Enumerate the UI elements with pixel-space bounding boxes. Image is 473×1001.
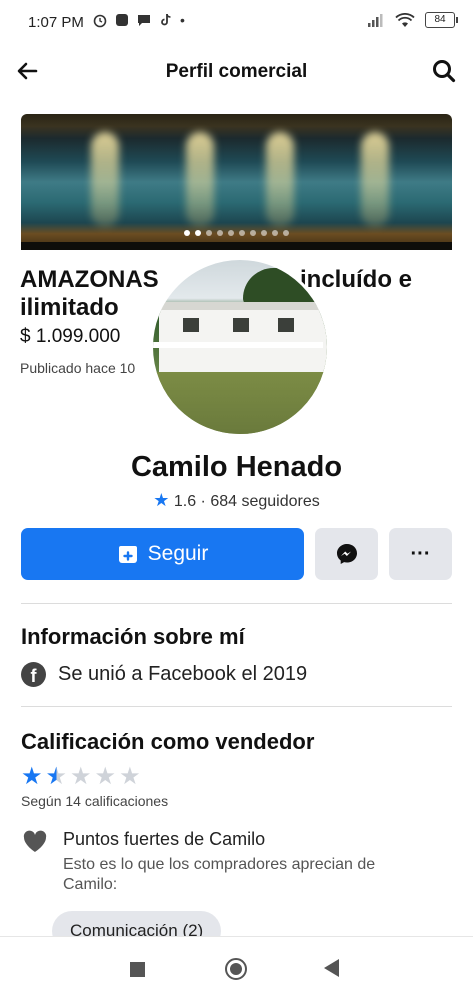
profile-name: Camilo Henado xyxy=(130,451,343,483)
star-icon: ★ xyxy=(153,490,170,510)
listing-price: $ 1.099.000 xyxy=(20,326,121,347)
strong-points-title: Puntos fuertes de Camilo xyxy=(63,829,266,849)
carousel-dot xyxy=(239,230,245,236)
cover-image-carousel[interactable] xyxy=(21,114,452,250)
carousel-dot xyxy=(261,230,267,236)
light-reflection xyxy=(266,132,294,227)
listing-title-part1: AMAZONAS xyxy=(20,266,159,293)
avatar-railing xyxy=(153,342,323,348)
avatar-trees xyxy=(243,268,323,306)
profile-followers: · 684 seguidores xyxy=(200,493,320,510)
more-icon: ··· xyxy=(410,542,431,565)
recents-icon[interactable] xyxy=(130,962,145,977)
system-nav-bar xyxy=(0,936,473,1001)
carousel-dot xyxy=(217,230,223,236)
carousel-dot xyxy=(206,230,212,236)
star-empty-icon: ★ xyxy=(94,763,117,790)
listing-title-line2: ilimitado xyxy=(20,294,119,321)
dot-icon: • xyxy=(180,12,185,28)
wifi-icon xyxy=(395,12,415,27)
status-time: 1:07 PM xyxy=(28,14,84,31)
search-icon[interactable] xyxy=(431,58,457,84)
follow-store-icon xyxy=(118,546,137,563)
star-empty-icon: ★ xyxy=(70,763,92,790)
carousel-dot xyxy=(228,230,234,236)
carousel-dot xyxy=(184,230,190,236)
carousel-dot xyxy=(250,230,256,236)
status-system-icons: 84 xyxy=(367,12,458,28)
listing-published: Publicado hace 10 xyxy=(20,360,136,376)
home-icon[interactable] xyxy=(225,958,247,980)
carousel-dots xyxy=(21,230,452,236)
heart-icon xyxy=(23,830,47,852)
star-full-icon: ★ xyxy=(21,763,43,790)
page-title: Perfil comercial xyxy=(165,61,308,82)
avatar-house xyxy=(159,302,327,372)
avatar-window xyxy=(183,318,199,332)
more-options-button[interactable]: ··· xyxy=(389,528,452,580)
strong-points-subtitle: Esto es lo que los compradores aprecian … xyxy=(63,856,376,893)
about-heading: Información sobre mí xyxy=(21,624,245,649)
carousel-dot xyxy=(272,230,278,236)
carousel-dot xyxy=(283,230,289,236)
avatar-window xyxy=(278,318,294,332)
light-reflection xyxy=(361,132,389,227)
nav-back-icon[interactable] xyxy=(324,959,339,977)
top-bar: Perfil comercial xyxy=(0,44,473,98)
banner-strip xyxy=(21,242,452,250)
seller-rating-heading: Calificación como vendedor xyxy=(21,729,315,754)
chat-notification-icon xyxy=(138,15,150,26)
joined-text: Se unió a Facebook el 2019 xyxy=(58,663,308,685)
profile-rating: 1.6 xyxy=(173,493,197,510)
star-empty-icon: ★ xyxy=(119,763,141,790)
ratings-count: Según 14 calificaciones xyxy=(21,793,169,809)
divider xyxy=(21,603,452,604)
app-notification-icon xyxy=(116,14,128,26)
status-notification-icons: • xyxy=(92,12,185,28)
messenger-button[interactable] xyxy=(315,528,378,580)
alarm-icon xyxy=(93,14,107,28)
battery-icon: 84 xyxy=(425,12,458,28)
tiktok-icon xyxy=(161,13,171,26)
light-reflection xyxy=(91,132,119,227)
avatar-window xyxy=(233,318,249,332)
messenger-icon xyxy=(336,544,357,564)
seller-stars: ★ ★ ★ ★ ★ xyxy=(21,765,141,789)
status-bar: 1:07 PM • 84 xyxy=(0,0,473,44)
joined-row: f Se unió a Facebook el 2019 xyxy=(21,662,307,687)
signal-icon xyxy=(368,14,383,27)
profile-rating-row: ★ 1.6 · 684 seguidores xyxy=(0,490,473,511)
carousel-dot xyxy=(195,230,201,236)
follow-button[interactable]: Seguir xyxy=(21,528,304,580)
facebook-icon: f xyxy=(21,662,46,687)
avatar-lawn xyxy=(153,372,327,434)
star-half-icon: ★ xyxy=(45,763,68,790)
follow-label: Seguir xyxy=(147,542,209,565)
divider xyxy=(21,706,452,707)
light-reflection xyxy=(186,132,214,227)
avatar[interactable] xyxy=(150,257,330,437)
